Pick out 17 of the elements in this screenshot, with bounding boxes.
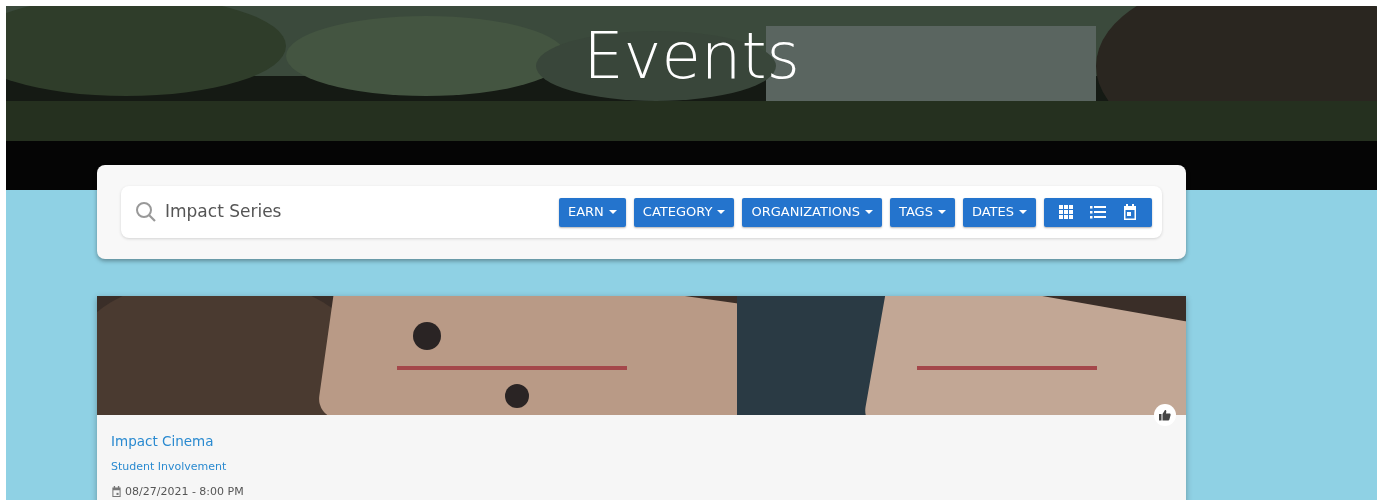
- search-field[interactable]: Impact Series: [165, 199, 405, 225]
- filter-dropdown[interactable]: TAGS: [890, 197, 955, 227]
- search-icon: [135, 201, 157, 223]
- organization-link[interactable]: Student Involvement: [111, 460, 227, 473]
- thumbs-up-icon: [1159, 409, 1171, 421]
- event-datetime: 08/27/2021 - 8:00 PM: [125, 485, 244, 498]
- calendar-icon: [111, 486, 122, 497]
- event-title-link[interactable]: Impact Cinema: [111, 433, 214, 449]
- list-icon: [1090, 204, 1106, 220]
- filter-dropdown[interactable]: EARN: [558, 197, 626, 227]
- filter-dropdown[interactable]: DATES: [962, 197, 1036, 227]
- grid-icon: [1058, 204, 1074, 220]
- filter-dropdown[interactable]: ORGANIZATIONS: [742, 197, 882, 227]
- like-button[interactable]: [1154, 404, 1176, 426]
- filter-dropdown[interactable]: CATEGORY: [633, 197, 735, 227]
- calendar-icon: [1122, 204, 1138, 220]
- page-title: Events: [583, 18, 800, 88]
